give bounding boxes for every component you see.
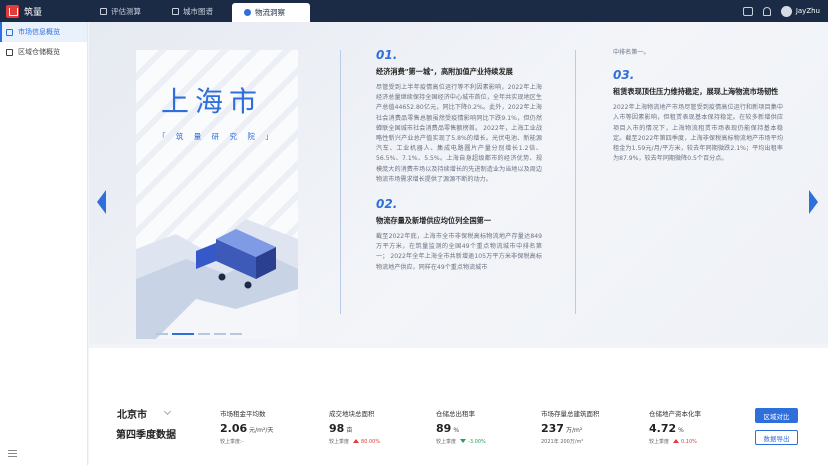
stats-panel: 北京市 第四季度数据 市场租金平均数 2.06 元/m²/天 较上季度:- 成交地… (89, 348, 828, 465)
report-column-1: 01. 经济消费"第一城"，高附加值产业持续发展 尽管受到上半年疫情高位运行等不… (376, 48, 542, 273)
sidebar: 市场信息概览 区域仓储概览 (0, 22, 88, 465)
map-icon (172, 7, 179, 15)
calculator-icon (100, 7, 107, 15)
nav-tabs: 评估测算 城市图谱 物流洞察 (88, 0, 310, 22)
carousel-dot-active[interactable] (172, 333, 194, 335)
metric-label: 成交地块总面积 (329, 410, 375, 418)
report-carousel: 上海市 「 筑 量 研 究 院 」 01. 经济消费"第一城"，高附加值产业持续… (89, 22, 828, 344)
metric-foot: 较上季度 0.10% (649, 439, 697, 445)
section-number: 03. (613, 68, 635, 83)
metric-cap-rate: 仓储地产资本化率 4.72% 较上季度 0.10% (649, 408, 701, 445)
report-column-2: 中排名第一。 03. 租赁表现顶住压力维持稳定，展现上海物流市场韧性 2022年… (613, 48, 783, 164)
tab-label: 评估测算 (111, 6, 141, 16)
arrow-up-icon (353, 439, 360, 443)
tab-label: 物流洞察 (255, 8, 285, 17)
carousel-dot[interactable] (230, 333, 242, 335)
carousel-dot[interactable] (198, 333, 210, 335)
section-number: 02. (376, 197, 398, 212)
menu-collapse-icon[interactable] (8, 450, 17, 457)
cover-subtitle: 「 筑 量 研 究 院 」 (158, 132, 277, 141)
carousel-dot[interactable] (214, 333, 226, 335)
export-data-button[interactable]: 数据导出 (755, 430, 798, 445)
section-continuation: 中排名第一。 (613, 49, 650, 56)
bell-icon[interactable] (762, 6, 771, 16)
column-divider (575, 50, 576, 314)
carousel-dot[interactable] (156, 333, 168, 335)
carousel-indicators (156, 333, 242, 335)
metric-label: 仓储地产资本化率 (649, 410, 701, 418)
metric-value: 4.72% (649, 422, 684, 435)
compare-regions-button[interactable]: 区域对比 (755, 408, 798, 423)
top-right-actions: JayZhu (742, 0, 820, 22)
metric-foot: 较上季度 80.00% (329, 439, 381, 445)
metric-rent: 市场租金平均数 2.06 元/m²/天 较上季度:- (220, 408, 273, 445)
section-title: 经济消费"第一城"，高附加值产业持续发展 (376, 67, 513, 76)
metric-foot: 较上季度:- (220, 439, 244, 445)
sidebar-item-label: 市场信息概览 (18, 28, 60, 36)
section-body: 截至2022年底，上海市全市非保税高标物流地产存量达849万平方米，在筑量监测的… (376, 233, 542, 271)
carousel-prev-icon[interactable] (97, 190, 106, 214)
arrow-up-icon (673, 439, 680, 443)
chevron-down-icon[interactable] (163, 407, 172, 416)
sidebar-item-market-overview[interactable]: 市场信息概览 (0, 22, 87, 42)
logo-icon (6, 4, 19, 18)
metric-value: 2.06 元/m²/天 (220, 422, 274, 435)
app-logo[interactable]: 筑量 (0, 4, 88, 18)
sidebar-item-warehouse-overview[interactable]: 区域仓储概览 (0, 42, 87, 62)
tab-city-map[interactable]: 城市图谱 (160, 0, 232, 22)
metric-value: 89% (436, 422, 460, 435)
metric-value: 237 万/m² (541, 422, 583, 435)
metric-stock-area: 市场存量总建筑面积 237 万/m² 2021年 200万/m² (541, 408, 600, 445)
warehouse-icon (6, 48, 13, 56)
cover-illustration (136, 219, 298, 339)
report-cover-card: 上海市 「 筑 量 研 究 院 」 (136, 50, 298, 339)
column-divider (340, 50, 341, 314)
metric-foot: 2021年 200万/m² (541, 439, 584, 445)
metric-label: 市场存量总建筑面积 (541, 410, 600, 418)
quarter-label: 第四季度数据 (116, 430, 176, 441)
city-selector[interactable]: 北京市 (117, 406, 147, 421)
section-body: 2022年上海物流地产市场尽管受到疫情高位运行和新项目集中入市等因素影响，但租赁… (613, 104, 783, 163)
section-title: 物流存量及新增供应均位列全国第一 (376, 216, 492, 226)
section-body: 尽管受到上半年疫情高位运行等不利因素影响，2022年上海经济总量继续保持全国经济… (376, 84, 542, 183)
top-navbar: 筑量 评估测算 城市图谱 物流洞察 JayZhu (0, 0, 828, 22)
section-title: 租赁表现顶住压力维持稳定，展现上海物流市场韧性 (613, 87, 779, 97)
arrow-down-icon (460, 439, 467, 443)
section-number: 01. (376, 48, 398, 62)
metric-label: 仓储总出租率 (436, 410, 475, 418)
carousel-next-icon[interactable] (809, 190, 818, 214)
chart-icon (6, 28, 13, 36)
tab-label: 城市图谱 (183, 6, 213, 16)
metric-value: 98 亩 (329, 422, 353, 435)
app-name: 筑量 (24, 7, 43, 18)
metric-land-area: 成交地块总面积 98 亩 较上季度 80.00% (329, 408, 380, 445)
globe-icon (244, 9, 251, 16)
metric-occupancy: 仓储总出租率 89% 较上季度 -3.00% (436, 408, 486, 445)
tab-logistics-insight[interactable]: 物流洞察 (232, 3, 310, 22)
message-icon[interactable] (742, 6, 753, 16)
avatar[interactable] (780, 5, 792, 17)
metric-label: 市场租金平均数 (220, 410, 266, 418)
metric-foot: 较上季度 -3.00% (436, 439, 486, 445)
main-content: 上海市 「 筑 量 研 究 院 」 01. 经济消费"第一城"，高附加值产业持续… (89, 22, 828, 465)
cover-title: 上海市 (161, 85, 264, 118)
sidebar-item-label: 区域仓储概览 (18, 48, 60, 56)
tab-evaluation[interactable]: 评估测算 (88, 0, 160, 22)
user-name[interactable]: JayZhu (796, 7, 820, 15)
